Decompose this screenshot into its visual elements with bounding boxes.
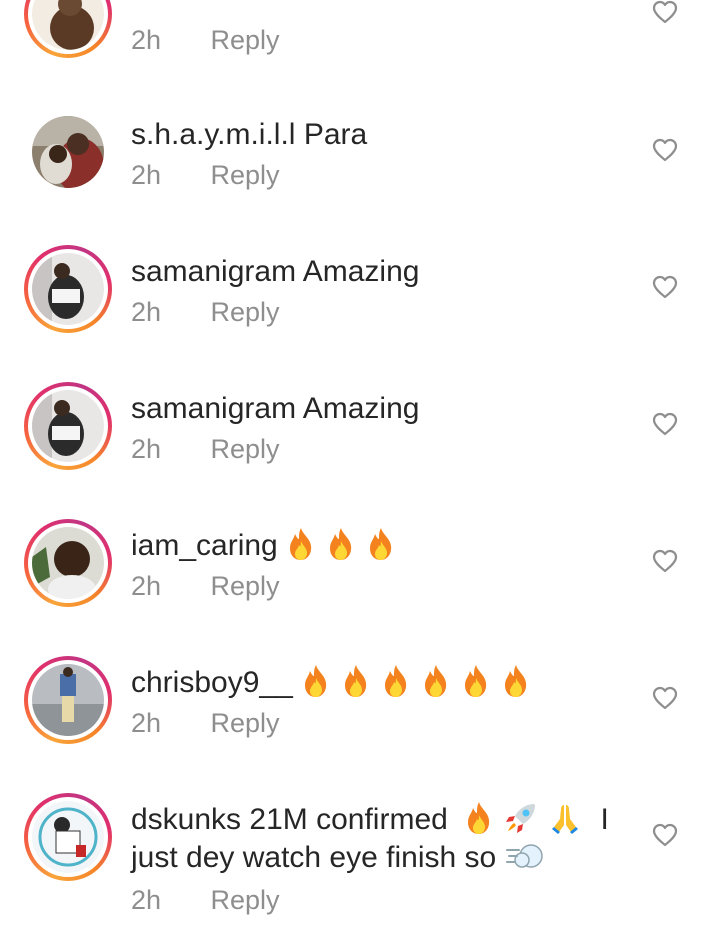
like-heart-icon[interactable] <box>652 823 678 847</box>
fire-emoji-icon <box>366 527 396 561</box>
timestamp: 2h <box>131 297 162 327</box>
comment-body: Amazing <box>302 392 420 425</box>
timestamp: 2h <box>131 571 162 601</box>
comment-item: 2h Reply <box>0 0 720 107</box>
avatar <box>32 527 104 599</box>
comment-body: Amazing <box>302 255 420 288</box>
reply-button[interactable]: Reply <box>211 297 280 327</box>
like-heart-icon[interactable] <box>652 138 678 162</box>
dash-emoji-icon <box>505 839 545 873</box>
fire-emoji-icon <box>301 664 331 698</box>
username[interactable]: dskunks <box>131 803 241 836</box>
comment-item: dskunks 21M confirmed I just dey watch e… <box>0 793 720 930</box>
comment-body: 21M confirmed <box>249 803 448 836</box>
avatar-story-ring[interactable] <box>24 656 112 744</box>
like-heart-icon[interactable] <box>652 0 678 24</box>
reply-button[interactable]: Reply <box>211 25 280 55</box>
timestamp: 2h <box>131 25 162 55</box>
avatar <box>32 390 104 462</box>
comment-meta: 2h Reply <box>131 434 280 465</box>
avatar-story-ring[interactable] <box>24 245 112 333</box>
avatar <box>32 253 104 325</box>
comment-meta: 2h Reply <box>131 571 280 602</box>
avatar <box>32 801 104 873</box>
comment-text: chrisboy9__ <box>131 664 631 702</box>
folded-hands-emoji-icon <box>548 801 582 835</box>
avatar-story-ring[interactable] <box>24 519 112 607</box>
comment-text: iam_caring <box>131 527 631 565</box>
username[interactable]: samanigram <box>131 392 296 425</box>
timestamp: 2h <box>131 160 162 190</box>
comment-item: iam_caring 2h Reply <box>0 519 720 656</box>
username[interactable]: iam_caring <box>131 529 278 562</box>
avatar-wrapper[interactable] <box>24 108 112 196</box>
comment-text: samanigram Amazing <box>131 253 631 291</box>
timestamp: 2h <box>131 434 162 464</box>
comment-body: Para <box>303 118 368 151</box>
username[interactable]: chrisboy9__ <box>131 666 293 699</box>
avatar-story-ring[interactable] <box>24 382 112 470</box>
avatar-story-ring[interactable] <box>24 0 112 58</box>
comment-meta: 2h Reply <box>131 25 280 56</box>
comment-text: s.h.a.y.m.i.l.l Para <box>131 116 631 154</box>
reply-button[interactable]: Reply <box>211 434 280 464</box>
like-heart-icon[interactable] <box>652 686 678 710</box>
comment-meta: 2h Reply <box>131 160 280 191</box>
comment-meta: 2h Reply <box>131 708 280 739</box>
timestamp: 2h <box>131 885 162 915</box>
fire-emoji-icon <box>461 664 491 698</box>
fire-emoji-icon <box>286 527 316 561</box>
reply-button[interactable]: Reply <box>211 160 280 190</box>
fire-emoji-icon <box>501 664 531 698</box>
comment-meta: 2h Reply <box>131 885 280 916</box>
reply-button[interactable]: Reply <box>211 571 280 601</box>
like-heart-icon[interactable] <box>652 275 678 299</box>
timestamp: 2h <box>131 708 162 738</box>
emoji-group <box>286 529 406 562</box>
comment-meta: 2h Reply <box>131 297 280 328</box>
rocket-emoji-icon <box>504 801 538 835</box>
username[interactable]: s.h.a.y.m.i.l.l <box>131 118 295 151</box>
comment-item: samanigram Amazing 2h Reply <box>0 382 720 519</box>
avatar <box>32 664 104 736</box>
partial-emoji-icon <box>445 0 475 2</box>
fire-emoji-icon <box>421 664 451 698</box>
username[interactable]: samanigram <box>131 255 296 288</box>
fire-emoji-icon <box>326 527 356 561</box>
fire-emoji-icon <box>381 664 411 698</box>
like-heart-icon[interactable] <box>652 412 678 436</box>
like-heart-icon[interactable] <box>652 549 678 573</box>
partial-emoji-icon <box>485 0 515 2</box>
fire-emoji-icon <box>341 664 371 698</box>
comment-text: samanigram Amazing <box>131 390 631 428</box>
avatar <box>32 116 104 188</box>
fire-emoji-icon <box>464 801 494 835</box>
comment-item: s.h.a.y.m.i.l.l Para 2h Reply <box>0 108 720 245</box>
reply-button[interactable]: Reply <box>211 885 280 915</box>
reply-button[interactable]: Reply <box>211 708 280 738</box>
comment-item: samanigram Amazing 2h Reply <box>0 245 720 382</box>
comment-item: chrisboy9__ 2h Reply <box>0 656 720 793</box>
emoji-group <box>301 666 541 699</box>
comment-text: dskunks 21M confirmed I just dey watch e… <box>131 801 631 877</box>
avatar-story-ring[interactable] <box>24 793 112 881</box>
